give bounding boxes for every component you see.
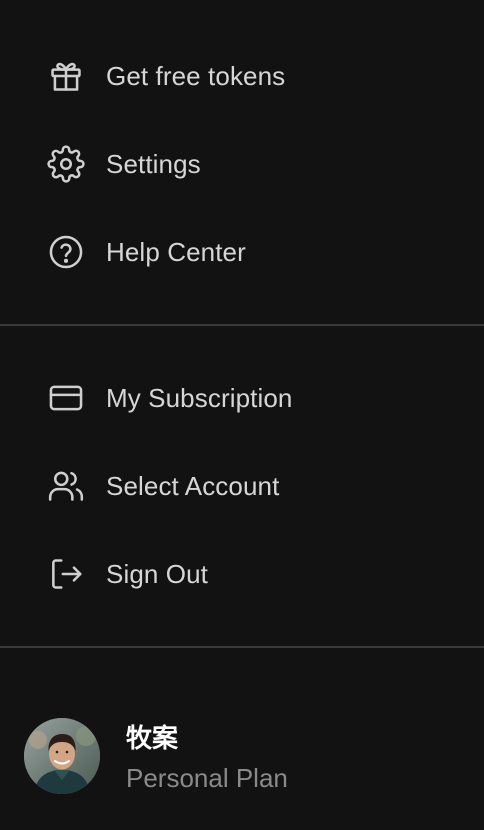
menu-item-select-account[interactable]: Select Account — [0, 442, 484, 530]
menu-item-settings[interactable]: Settings — [0, 120, 484, 208]
gear-icon — [46, 144, 86, 184]
credit-card-icon — [46, 378, 86, 418]
account-menu: Get free tokens Settings Help Center My … — [0, 0, 484, 830]
users-icon — [46, 466, 86, 506]
gift-icon — [46, 56, 86, 96]
profile-name: 牧案 — [126, 723, 179, 753]
menu-item-label: Settings — [106, 148, 201, 179]
menu-item-sign-out[interactable]: Sign Out — [0, 530, 484, 618]
profile-plan: Personal Plan — [126, 763, 288, 793]
avatar — [24, 718, 100, 794]
help-circle-icon — [46, 232, 86, 272]
profile-summary[interactable]: 牧案 Personal Plan — [0, 690, 484, 830]
menu-item-my-subscription[interactable]: My Subscription — [0, 354, 484, 442]
menu-item-help-center[interactable]: Help Center — [0, 208, 484, 296]
sign-out-icon — [46, 554, 86, 594]
menu-item-label: Get free tokens — [106, 60, 286, 91]
menu-item-label: Select Account — [106, 470, 280, 501]
menu-divider — [0, 324, 484, 326]
menu-item-label: Help Center — [106, 236, 246, 267]
menu-item-get-free-tokens[interactable]: Get free tokens — [0, 32, 484, 120]
menu-item-label: My Subscription — [106, 382, 293, 413]
menu-divider — [0, 646, 484, 648]
menu-item-label: Sign Out — [106, 558, 208, 589]
